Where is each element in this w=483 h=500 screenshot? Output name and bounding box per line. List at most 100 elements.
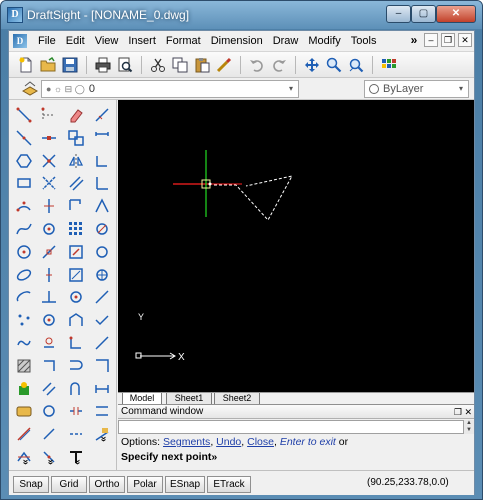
- snap-parallel-icon[interactable]: [38, 378, 60, 400]
- snap-midpoint-icon[interactable]: [38, 127, 60, 149]
- array-icon[interactable]: [65, 218, 87, 240]
- ordinate-dimension-icon[interactable]: [91, 172, 113, 194]
- move-icon[interactable]: [65, 241, 87, 263]
- diameter-dimension-icon[interactable]: [91, 218, 113, 240]
- infinite-line-icon[interactable]: [13, 127, 35, 149]
- color-dropdown[interactable]: ByLayer ▾: [364, 80, 469, 98]
- offset-icon[interactable]: [65, 172, 87, 194]
- dimension-style-icon[interactable]: [91, 378, 113, 400]
- zoom-window-icon[interactable]: [325, 56, 343, 74]
- menu-tools[interactable]: Tools: [346, 31, 382, 51]
- rectangle-icon[interactable]: [13, 172, 35, 194]
- menu-dimension[interactable]: Dimension: [206, 31, 268, 51]
- stretch-icon[interactable]: [65, 309, 87, 331]
- etrack-toggle[interactable]: ETrack: [207, 476, 251, 493]
- snap-nearest-icon[interactable]: [38, 309, 60, 331]
- layer-dropdown[interactable]: ● ☼ ⊟ ◯ 0 ▾: [41, 80, 299, 98]
- match-properties-icon[interactable]: [215, 56, 233, 74]
- radius-dimension-icon[interactable]: [91, 195, 113, 217]
- cut-icon[interactable]: [149, 56, 167, 74]
- layer-manager-icon[interactable]: [21, 79, 39, 97]
- copy-entity-icon[interactable]: [65, 127, 87, 149]
- ortho-toggle[interactable]: Ortho: [89, 476, 125, 493]
- print-preview-icon[interactable]: [116, 56, 134, 74]
- baseline-dimension-icon[interactable]: [91, 286, 113, 308]
- revision-cloud-icon[interactable]: [13, 332, 35, 354]
- paste-icon[interactable]: [193, 56, 211, 74]
- snap-quadrant-icon[interactable]: [38, 241, 60, 263]
- snap-perpendicular-icon[interactable]: [38, 286, 60, 308]
- option-undo[interactable]: Undo: [216, 436, 241, 448]
- menu-modify[interactable]: Modify: [303, 31, 345, 51]
- erase-icon[interactable]: [65, 104, 87, 126]
- doc-minimize-button[interactable]: ‒: [424, 33, 438, 47]
- option-segments[interactable]: Segments: [163, 436, 210, 448]
- ellipse-icon[interactable]: [13, 264, 35, 286]
- minimize-button[interactable]: ‒: [386, 5, 411, 23]
- close-icon[interactable]: ✕: [464, 407, 472, 417]
- center-mark-icon[interactable]: [91, 264, 113, 286]
- polygon-icon[interactable]: [13, 150, 35, 172]
- menu-edit[interactable]: Edit: [61, 31, 90, 51]
- snap-extension-icon[interactable]: [38, 195, 60, 217]
- snap-node-icon[interactable]: [38, 355, 60, 377]
- angular-dimension-icon[interactable]: [91, 150, 113, 172]
- ellipse-arc-icon[interactable]: [13, 286, 35, 308]
- pattern-icon[interactable]: [65, 195, 87, 217]
- snap-toggle[interactable]: Snap: [13, 476, 49, 493]
- command-scrollbar[interactable]: ▲ ▼: [464, 420, 474, 434]
- spline-icon[interactable]: [13, 218, 35, 240]
- snap-insertion-icon[interactable]: [38, 332, 60, 354]
- polar-toggle[interactable]: Polar: [127, 476, 163, 493]
- join-icon[interactable]: [65, 423, 87, 445]
- command-window-header[interactable]: Command window ❐ ✕: [118, 405, 474, 419]
- title-bar[interactable]: D DraftSight - [NONAME_0.dwg] ‒ ▢ ✕: [1, 1, 482, 29]
- block-icon[interactable]: [13, 378, 35, 400]
- mirror-icon[interactable]: [65, 150, 87, 172]
- doc-close-button[interactable]: ✕: [458, 33, 472, 47]
- snap-endpoint-icon[interactable]: [38, 104, 60, 126]
- aligned-dimension-icon[interactable]: [91, 127, 113, 149]
- snap-tangent-icon[interactable]: [38, 264, 60, 286]
- hatch-icon[interactable]: [13, 355, 35, 377]
- arc-length-dimension-icon[interactable]: [91, 241, 113, 263]
- doc-restore-button[interactable]: ❐: [441, 33, 455, 47]
- float-icon[interactable]: ❐: [454, 407, 462, 417]
- lengthen-icon[interactable]: [65, 332, 87, 354]
- snap-from-icon[interactable]: [38, 400, 60, 422]
- column-overflow-chevron-icon[interactable]: »: [98, 427, 109, 451]
- menu-draw[interactable]: Draw: [268, 31, 304, 51]
- save-icon[interactable]: [61, 56, 79, 74]
- zoom-previous-icon[interactable]: [347, 56, 365, 74]
- option-enter-to-exit[interactable]: Enter to exit: [280, 436, 336, 448]
- point-icon[interactable]: [13, 309, 35, 331]
- linear-dimension-icon[interactable]: [91, 104, 113, 126]
- trim-entity-icon[interactable]: [65, 355, 87, 377]
- document-icon[interactable]: D: [13, 34, 27, 48]
- scroll-down-icon[interactable]: ▼: [464, 427, 474, 434]
- menu-format[interactable]: Format: [161, 31, 206, 51]
- mirror-line-icon[interactable]: [13, 423, 35, 445]
- continue-dimension-icon[interactable]: [91, 309, 113, 331]
- snap-intersection-icon[interactable]: [38, 150, 60, 172]
- copy-icon[interactable]: [171, 56, 189, 74]
- leader-icon[interactable]: [91, 332, 113, 354]
- menu-view[interactable]: View: [90, 31, 124, 51]
- insert-block-icon[interactable]: [13, 400, 35, 422]
- line-tool-icon[interactable]: [13, 104, 35, 126]
- scroll-up-icon[interactable]: ▲: [464, 420, 474, 427]
- command-input-line[interactable]: Specify next point»: [121, 451, 217, 463]
- tolerance-icon[interactable]: [91, 355, 113, 377]
- maximize-button[interactable]: ▢: [411, 5, 436, 23]
- break-icon[interactable]: [65, 400, 87, 422]
- pan-icon[interactable]: [303, 56, 321, 74]
- menu-file[interactable]: File: [33, 31, 61, 51]
- extend-icon[interactable]: [65, 378, 87, 400]
- redo-icon[interactable]: [270, 56, 288, 74]
- open-icon[interactable]: [39, 56, 57, 74]
- menu-overflow-chevron-icon[interactable]: »: [407, 33, 421, 47]
- undo-icon[interactable]: [248, 56, 266, 74]
- new-icon[interactable]: [17, 56, 35, 74]
- tool-palettes-icon[interactable]: [380, 56, 398, 74]
- esnap-toggle[interactable]: ESnap: [165, 476, 205, 493]
